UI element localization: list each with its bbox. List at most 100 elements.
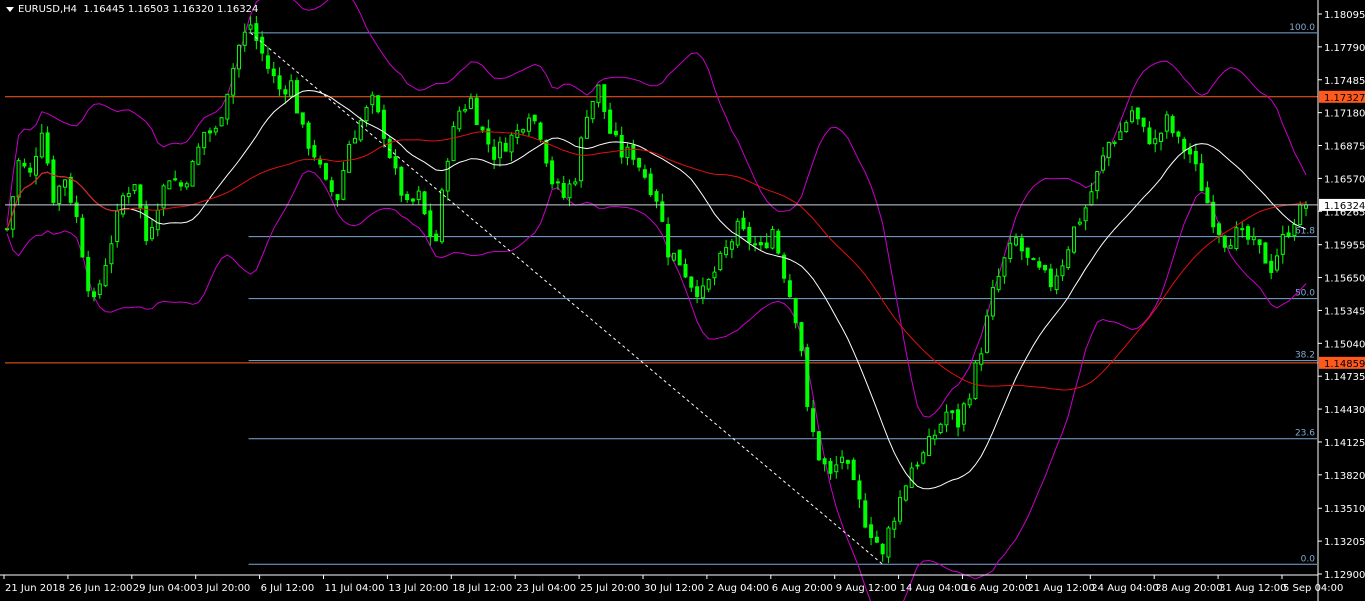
candle-body [613, 130, 618, 136]
candle-body [753, 243, 758, 246]
price-chart[interactable]: 100.0 61.8 50.0 38.2 23.6 0.0 1.18095 1.17790 1… [0, 0, 1365, 601]
candle-body [503, 142, 508, 152]
candle-body [1205, 187, 1210, 204]
candle-body [967, 398, 972, 406]
candle-body [51, 159, 56, 203]
candle [80, 213, 85, 258]
candle-body [950, 410, 955, 414]
candle-body [1130, 110, 1135, 123]
candle-body [602, 84, 607, 112]
candle-body [642, 169, 647, 178]
candle-body [103, 264, 108, 287]
price-tick-label: 1.13205 [1324, 537, 1365, 548]
candle-body [608, 109, 613, 134]
price-tick-label: 1.15955 [1324, 241, 1365, 252]
candle-body [1101, 155, 1106, 171]
candle-body [1222, 235, 1227, 248]
candle-body [1188, 148, 1193, 155]
candle-body [1043, 264, 1048, 271]
candle [921, 450, 926, 465]
candle-body [1054, 275, 1059, 291]
candle-body [196, 146, 201, 165]
candle-body [932, 434, 937, 440]
candle-body [1112, 141, 1117, 144]
candle [550, 156, 555, 189]
candle-body [86, 256, 91, 292]
candle [1072, 226, 1077, 255]
candle-body [596, 84, 601, 104]
candle-body [654, 191, 659, 202]
candle-body [370, 94, 375, 106]
candle-body [845, 459, 850, 464]
candle-body [811, 408, 816, 433]
candle-body [231, 67, 236, 96]
candle-body [33, 155, 38, 176]
candle-body [747, 226, 752, 244]
price-tick-label: 1.13510 [1324, 504, 1365, 515]
candle-body [91, 291, 96, 298]
candle-body [770, 229, 775, 249]
candle-body [1135, 107, 1140, 120]
candle-body [840, 456, 845, 463]
time-tick-label: 11 Jul 04:00 [325, 583, 385, 594]
candle [219, 116, 224, 127]
candle-body [996, 275, 1001, 291]
candle-body [236, 44, 241, 70]
candle-body [445, 160, 450, 192]
chart-background [0, 0, 1365, 601]
candle-body [1153, 138, 1158, 145]
time-tick-label: 31 Aug 12:00 [1219, 583, 1286, 594]
time-tick-label: 6 Aug 20:00 [772, 583, 833, 594]
candle-body [439, 189, 444, 243]
candle-body [961, 403, 966, 425]
candle-body [1031, 258, 1036, 261]
candle-body [149, 226, 154, 240]
price-tick-label: 1.15040 [1324, 339, 1365, 350]
price-tick-label: 1.16570 [1324, 174, 1365, 185]
candle-body [335, 194, 340, 201]
candle-body [492, 146, 497, 160]
candle-body [573, 181, 578, 185]
candle [886, 525, 891, 564]
candle-body [683, 264, 688, 278]
candle-body [724, 247, 729, 256]
candle-body [225, 93, 230, 120]
candle-body [776, 230, 781, 254]
candle [973, 360, 978, 401]
candle [144, 200, 149, 246]
bid-tag-label: 1.16324 [1324, 201, 1365, 212]
fib-level-label: 23.6 [1295, 429, 1315, 439]
candle-body [184, 183, 189, 188]
candle-body [300, 112, 305, 125]
candle-body [1199, 163, 1204, 192]
candle-body [144, 205, 149, 242]
candle-body [1275, 255, 1280, 271]
candle-body [277, 75, 282, 90]
candle-body [1217, 223, 1222, 235]
candle [805, 343, 810, 412]
candle-body [416, 190, 421, 201]
candle [718, 251, 723, 272]
candle-body [1170, 116, 1175, 134]
candle-body [1002, 257, 1007, 277]
candle-body [1193, 150, 1198, 165]
dropdown-arrow-icon[interactable] [6, 6, 14, 12]
candle [190, 159, 195, 187]
candle-body [457, 110, 462, 130]
candle-body [1037, 261, 1042, 268]
candle-body [822, 458, 827, 465]
candle-body [764, 242, 769, 249]
candle-body [1077, 221, 1082, 225]
candle-body [1176, 131, 1181, 137]
candle-body [735, 220, 740, 246]
candle-body [898, 497, 903, 522]
candle [770, 225, 775, 250]
time-tick-label: 16 Aug 20:00 [964, 583, 1031, 594]
candle-body [1025, 247, 1030, 258]
price-tick-label: 1.13820 [1324, 471, 1365, 482]
candle-body [318, 158, 323, 165]
time-tick-label: 21 Jun 2018 [5, 583, 65, 594]
candle-body [289, 80, 294, 97]
candle-body [538, 122, 543, 140]
candle-body [1286, 232, 1291, 237]
